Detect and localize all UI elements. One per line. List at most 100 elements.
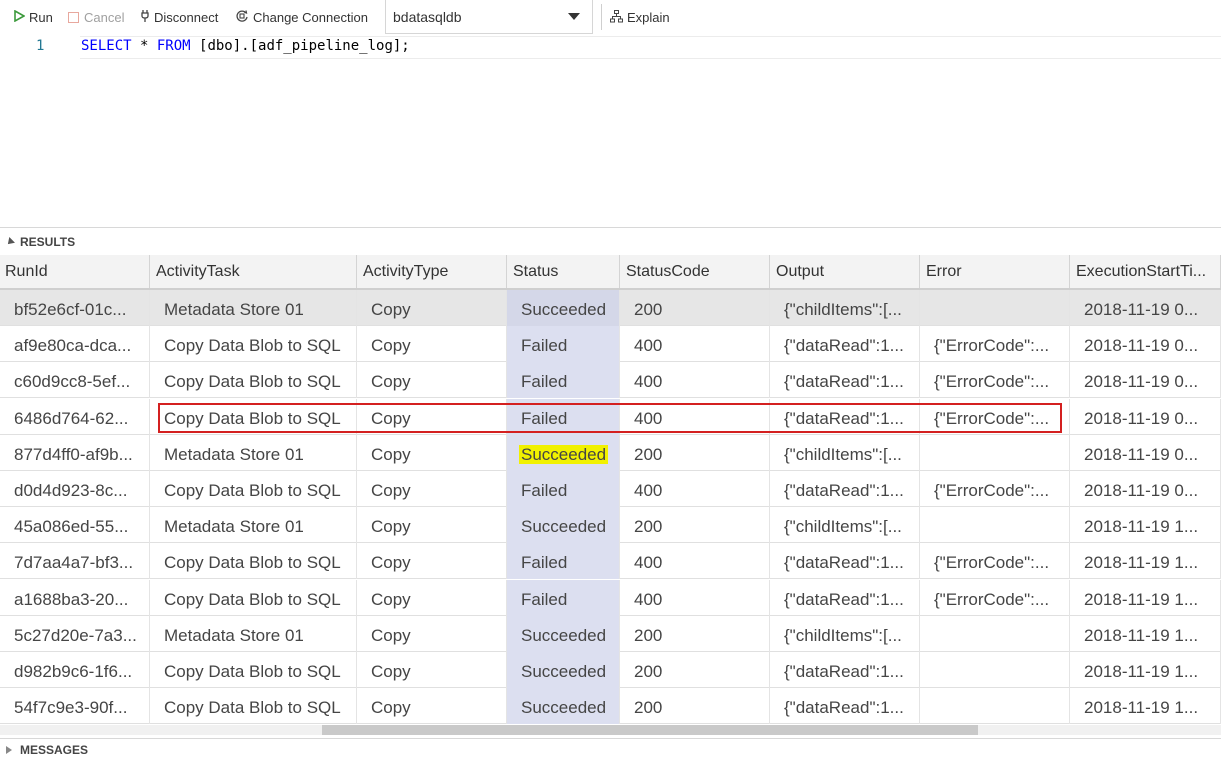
cell-executionstarttime[interactable]: 2018-11-19 1... xyxy=(1070,579,1221,616)
cell-runid[interactable]: af9e80ca-dca... xyxy=(0,326,150,363)
cell-activitytask[interactable]: Copy Data Blob to SQL xyxy=(150,471,357,507)
cell-activitytype[interactable]: Copy xyxy=(357,290,507,326)
cell-statuscode[interactable]: 200 xyxy=(620,507,770,544)
cell-activitytype[interactable]: Copy xyxy=(357,652,507,688)
table-row[interactable]: 54f7c9e3-90f... Copy Data Blob to SQL Copy… xyxy=(0,688,1221,725)
cell-runid[interactable]: bf52e6cf-01c... xyxy=(0,290,150,326)
cell-error[interactable] xyxy=(920,507,1070,544)
cell-activitytype[interactable]: Copy xyxy=(357,543,507,580)
cell-activitytype[interactable]: Copy xyxy=(357,615,507,652)
cell-executionstarttime[interactable]: 2018-11-19 1... xyxy=(1070,507,1221,544)
cell-runid[interactable]: c60d9cc8-5ef... xyxy=(0,362,150,399)
table-row[interactable]: a1688ba3-20... Copy Data Blob to SQL Copy F… xyxy=(0,579,1221,616)
table-row[interactable]: c60d9cc8-5ef... Copy Data Blob to SQL Copy… xyxy=(0,362,1221,399)
cell-runid[interactable]: a1688ba3-20... xyxy=(0,579,150,616)
cell-error[interactable] xyxy=(920,290,1070,326)
cell-output[interactable]: {"childItems":[... xyxy=(770,507,920,544)
cell-activitytype[interactable]: Copy xyxy=(357,362,507,399)
table-row[interactable]: 6486d764-62... Copy Data Blob to SQL Copy F… xyxy=(0,398,1221,435)
cell-activitytype[interactable]: Copy xyxy=(357,471,507,507)
cell-error[interactable]: {"ErrorCode":... xyxy=(920,326,1070,363)
table-row[interactable]: 5c27d20e-7a3... Metadata Store 01 Copy Succ… xyxy=(0,615,1221,652)
cell-executionstarttime[interactable]: 2018-11-19 1... xyxy=(1070,615,1221,652)
cell-error[interactable]: {"ErrorCode":... xyxy=(920,471,1070,507)
cell-runid[interactable]: 877d4ff0-af9b... xyxy=(0,434,150,471)
column-header-runid[interactable]: RunId xyxy=(0,255,150,288)
cell-status[interactable]: Succeeded xyxy=(507,434,620,471)
cell-output[interactable]: {"dataRead":1... xyxy=(770,652,920,688)
cell-statuscode[interactable]: 400 xyxy=(620,471,770,507)
explain-button[interactable]: Explain xyxy=(610,0,670,34)
horizontal-scrollbar-thumb[interactable] xyxy=(322,725,978,735)
cell-status[interactable]: Failed xyxy=(507,398,620,435)
cell-runid[interactable]: 6486d764-62... xyxy=(0,398,150,435)
cell-runid[interactable]: 5c27d20e-7a3... xyxy=(0,615,150,652)
cell-error[interactable] xyxy=(920,652,1070,688)
cell-status[interactable]: Succeeded xyxy=(507,507,620,544)
cell-output[interactable]: {"dataRead":1... xyxy=(770,362,920,399)
cell-executionstarttime[interactable]: 2018-11-19 0... xyxy=(1070,398,1221,435)
cell-activitytask[interactable]: Copy Data Blob to SQL xyxy=(150,543,357,580)
table-row[interactable]: 877d4ff0-af9b... Metadata Store 01 Copy Suc… xyxy=(0,434,1221,471)
cell-statuscode[interactable]: 400 xyxy=(620,362,770,399)
cell-activitytask[interactable]: Metadata Store 01 xyxy=(150,434,357,471)
cell-statuscode[interactable]: 400 xyxy=(620,326,770,363)
sql-editor[interactable]: 1 SELECT * FROM [dbo].[adf_pipeline_log]… xyxy=(0,34,1221,226)
cell-error[interactable] xyxy=(920,615,1070,652)
column-header-error[interactable]: Error xyxy=(920,255,1070,288)
cell-output[interactable]: {"dataRead":1... xyxy=(770,579,920,616)
cell-executionstarttime[interactable]: 2018-11-19 1... xyxy=(1070,543,1221,580)
cell-output[interactable]: {"childItems":[... xyxy=(770,434,920,471)
cell-error[interactable] xyxy=(920,688,1070,725)
cell-error[interactable]: {"ErrorCode":... xyxy=(920,543,1070,580)
cell-output[interactable]: {"dataRead":1... xyxy=(770,398,920,435)
cell-error[interactable]: {"ErrorCode":... xyxy=(920,579,1070,616)
sql-code-line[interactable]: SELECT * FROM [dbo].[adf_pipeline_log]; xyxy=(81,38,410,54)
cell-statuscode[interactable]: 400 xyxy=(620,543,770,580)
cell-executionstarttime[interactable]: 2018-11-19 0... xyxy=(1070,290,1221,326)
cell-runid[interactable]: 54f7c9e3-90f... xyxy=(0,688,150,725)
cell-statuscode[interactable]: 200 xyxy=(620,688,770,725)
cell-executionstarttime[interactable]: 2018-11-19 0... xyxy=(1070,471,1221,507)
column-header-output[interactable]: Output xyxy=(770,255,920,288)
messages-section-header[interactable]: MESSAGES xyxy=(0,738,1221,760)
table-row[interactable]: 7d7aa4a7-bf3... Copy Data Blob to SQL Copy… xyxy=(0,543,1221,580)
cell-status[interactable]: Succeeded xyxy=(507,688,620,725)
table-row[interactable]: d982b9c6-1f6... Copy Data Blob to SQL Copy… xyxy=(0,652,1221,688)
cell-runid[interactable]: 45a086ed-55... xyxy=(0,507,150,544)
cell-statuscode[interactable]: 400 xyxy=(620,579,770,616)
cell-output[interactable]: {"dataRead":1... xyxy=(770,471,920,507)
database-dropdown[interactable]: bdatasqldb xyxy=(385,0,593,34)
cell-status[interactable]: Failed xyxy=(507,362,620,399)
cell-status[interactable]: Failed xyxy=(507,543,620,580)
cell-activitytask[interactable]: Copy Data Blob to SQL xyxy=(150,688,357,725)
cell-executionstarttime[interactable]: 2018-11-19 1... xyxy=(1070,688,1221,725)
cell-statuscode[interactable]: 200 xyxy=(620,434,770,471)
cell-output[interactable]: {"childItems":[... xyxy=(770,290,920,326)
cell-runid[interactable]: 7d7aa4a7-bf3... xyxy=(0,543,150,580)
cell-activitytask[interactable]: Metadata Store 01 xyxy=(150,615,357,652)
cell-activitytype[interactable]: Copy xyxy=(357,326,507,363)
disconnect-button[interactable]: Disconnect xyxy=(140,0,218,34)
cell-status[interactable]: Succeeded xyxy=(507,652,620,688)
cell-status[interactable]: Failed xyxy=(507,579,620,616)
cell-activitytask[interactable]: Copy Data Blob to SQL xyxy=(150,398,357,435)
cell-activitytask[interactable]: Copy Data Blob to SQL xyxy=(150,579,357,616)
change-connection-button[interactable]: Change Connection xyxy=(235,0,368,34)
cell-executionstarttime[interactable]: 2018-11-19 1... xyxy=(1070,652,1221,688)
column-header-activitytask[interactable]: ActivityTask xyxy=(150,255,357,288)
cell-output[interactable]: {"dataRead":1... xyxy=(770,688,920,725)
cell-output[interactable]: {"dataRead":1... xyxy=(770,326,920,363)
cell-executionstarttime[interactable]: 2018-11-19 0... xyxy=(1070,326,1221,363)
cell-executionstarttime[interactable]: 2018-11-19 0... xyxy=(1070,434,1221,471)
cell-error[interactable]: {"ErrorCode":... xyxy=(920,362,1070,399)
column-header-statuscode[interactable]: StatusCode xyxy=(620,255,770,288)
cell-activitytask[interactable]: Metadata Store 01 xyxy=(150,507,357,544)
cell-output[interactable]: {"dataRead":1... xyxy=(770,543,920,580)
cell-statuscode[interactable]: 200 xyxy=(620,615,770,652)
column-header-executionstarttime[interactable]: ExecutionStartTi... xyxy=(1070,255,1221,288)
column-header-status[interactable]: Status xyxy=(507,255,620,288)
cancel-button[interactable]: Cancel xyxy=(68,0,124,34)
table-row[interactable]: bf52e6cf-01c... Metadata Store 01 Copy Succ… xyxy=(0,290,1221,326)
cell-statuscode[interactable]: 400 xyxy=(620,398,770,435)
